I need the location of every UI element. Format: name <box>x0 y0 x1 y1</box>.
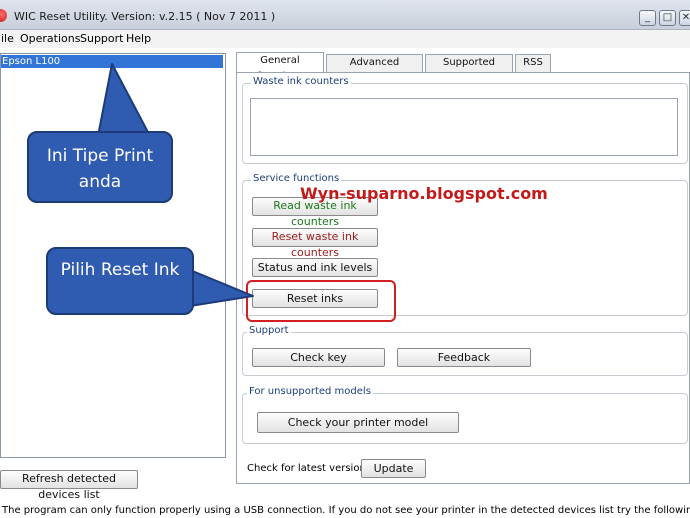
status-message: The program can only function properly u… <box>2 505 690 516</box>
callout-printer-type: Ini Tipe Print anda <box>27 131 173 203</box>
callout-reset-ink: Pilih Reset Ink <box>46 247 194 315</box>
callout-reset-pointer <box>189 269 254 307</box>
callout-printer-pointer <box>97 63 151 137</box>
